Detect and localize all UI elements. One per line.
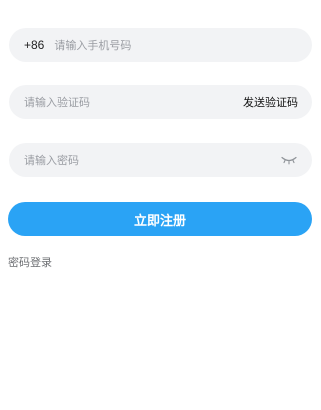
register-page: +86 发送验证码 立即注册 密码登录 [0,0,321,410]
password-input[interactable] [24,153,272,167]
eye-closed-icon[interactable] [280,154,298,166]
password-field [9,143,312,177]
register-button[interactable]: 立即注册 [8,202,312,236]
phone-input[interactable] [54,38,298,52]
verification-code-field: 发送验证码 [9,85,312,119]
password-login-link[interactable]: 密码登录 [8,254,52,270]
country-code-prefix[interactable]: +86 [24,38,44,52]
send-code-button[interactable]: 发送验证码 [243,94,298,110]
verification-code-input[interactable] [24,95,235,109]
phone-field: +86 [9,28,312,62]
